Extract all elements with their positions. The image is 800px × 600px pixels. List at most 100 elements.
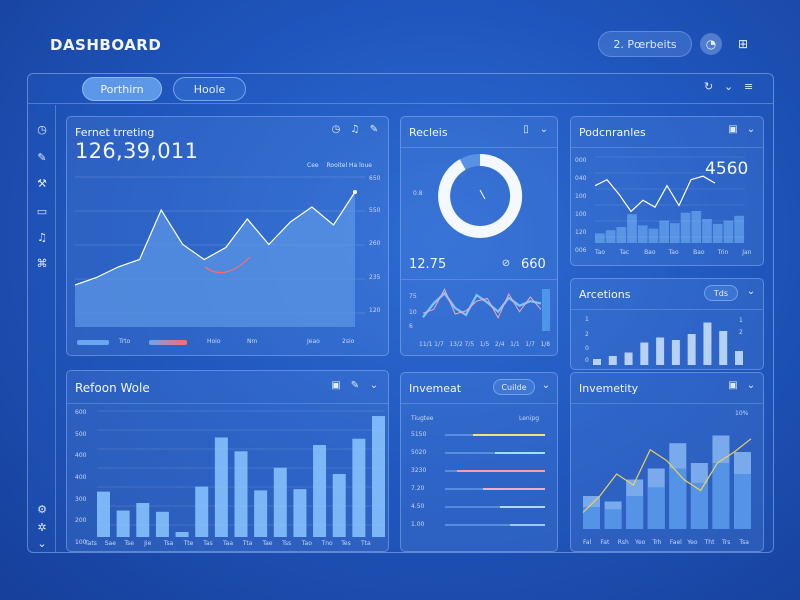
bar <box>659 220 669 243</box>
bar <box>640 342 649 365</box>
progress-track <box>445 524 545 526</box>
row-label: 7.20 <box>411 485 425 492</box>
x-tick: Fael <box>669 539 682 546</box>
chevron-down-icon[interactable]: ⌄ <box>367 379 381 393</box>
x-tick: Bao <box>644 249 656 256</box>
x-tick: Tta <box>242 540 253 547</box>
card-icon[interactable]: ▭ <box>35 205 49 219</box>
bar <box>734 474 751 529</box>
account-selector[interactable]: 2. Pœrbeits <box>598 31 692 57</box>
y-tick: 100 <box>575 211 587 218</box>
tab-portfolio[interactable]: Porthirn <box>82 77 162 101</box>
bar <box>712 463 730 529</box>
edit-icon[interactable]: ✎ <box>348 379 362 393</box>
x-tick: 2sio <box>342 338 355 345</box>
panel-title: Fernet trreting <box>75 126 155 139</box>
row-label: 5150 <box>411 431 427 438</box>
gear-icon[interactable]: ✲ <box>35 521 49 535</box>
bar <box>175 531 189 537</box>
x-axis: Fal Fat Rsh Yeo Trh Fael Yeo Tht Trs Tsa <box>583 539 753 547</box>
y-tick: 200 <box>75 517 87 525</box>
panel-divider <box>571 403 763 404</box>
windows-icon[interactable]: ⊞ <box>732 33 754 55</box>
x-tick: Yeo <box>687 539 698 546</box>
settings-icon[interactable]: ⚙ <box>35 503 49 517</box>
range-bar[interactable] <box>77 340 109 345</box>
puzzle-icon[interactable]: ⌘ <box>35 257 49 271</box>
chevron-down-icon[interactable]: ⌄ <box>744 379 758 393</box>
x-tick: 7/5 <box>464 341 475 348</box>
corner-tick: 10% <box>735 410 749 417</box>
row-label: 3230 <box>411 467 427 474</box>
user-circle-icon[interactable]: ◔ <box>700 33 722 55</box>
column-header: Lenipg <box>519 415 540 422</box>
image-icon[interactable]: ▣ <box>329 379 343 393</box>
image-icon[interactable]: ▣ <box>726 379 740 393</box>
trading-area-chart <box>74 176 365 327</box>
edit-icon[interactable]: ✎ <box>367 123 381 137</box>
donut-label: 0.8 <box>413 190 423 197</box>
x-tick: Tac <box>619 249 630 256</box>
x-tick: Yeo <box>635 539 646 546</box>
donut-chart <box>438 153 523 238</box>
y-tick: 600 <box>75 409 87 416</box>
chevron-down-icon[interactable]: ⌄ <box>744 123 758 137</box>
wrench-icon[interactable]: ⚒ <box>35 177 49 191</box>
music-icon[interactable]: ♫ <box>35 231 49 245</box>
bar <box>680 212 691 243</box>
link-icon[interactable]: ⊘ <box>499 257 513 271</box>
bar <box>656 337 665 365</box>
y-tick: 400 <box>75 452 87 460</box>
y-tick: 006 <box>575 247 587 254</box>
invemetity-stacked-chart <box>582 435 752 529</box>
bar <box>608 356 617 365</box>
filter-pill[interactable]: Cuilde <box>493 379 535 395</box>
row-label: 1.00 <box>411 521 425 528</box>
bar <box>234 451 248 537</box>
panel-divider <box>401 403 557 404</box>
panel-title: Invemetity <box>579 382 639 395</box>
x-tick: Trh <box>652 539 662 546</box>
chevron-down-icon[interactable]: ⌄ <box>724 80 733 93</box>
data-point <box>353 190 357 194</box>
chevron-down-icon[interactable]: ⌄ <box>539 379 553 393</box>
refresh-icon[interactable]: ↻ <box>704 80 713 93</box>
menu-icon[interactable]: ≡ <box>744 80 753 93</box>
range-bar[interactable] <box>149 340 187 345</box>
x-tick: Hoio <box>207 338 221 345</box>
tab-home[interactable]: Hoole <box>173 77 246 101</box>
panel-title: Arcetions <box>579 288 631 301</box>
bar <box>691 211 702 243</box>
bar <box>254 490 268 537</box>
bar <box>116 510 130 537</box>
panel-divider <box>67 403 388 404</box>
chevron-down-icon[interactable]: ⌄ <box>35 537 49 551</box>
list-item: 7.20 <box>411 483 551 495</box>
progress-track <box>445 506 545 508</box>
image-icon[interactable]: ▣ <box>726 123 740 137</box>
area-fill <box>75 192 355 327</box>
panel-title: Refoon Wole <box>75 381 150 395</box>
row-label: 4.50 <box>411 503 425 510</box>
bar <box>604 509 622 529</box>
tablet-icon[interactable]: ▯ <box>519 123 533 137</box>
bar <box>702 219 712 243</box>
filter-pill[interactable]: Tds <box>704 285 738 301</box>
panel-divider <box>571 309 763 310</box>
chevron-down-icon[interactable]: ⌄ <box>537 123 551 137</box>
bar <box>542 289 550 331</box>
x-tick: Jeao <box>307 338 320 345</box>
panel-divider <box>401 279 557 280</box>
list-item: 5020 <box>411 447 551 459</box>
bar <box>332 474 346 537</box>
edit-icon[interactable]: ✎ <box>35 151 49 165</box>
clock-icon[interactable]: ◷ <box>329 123 343 137</box>
progress-track <box>445 452 545 454</box>
x-axis: Tats Sae Tse Jie Tsa Tte Tas Taa Tta Tae Tss Tao Tno… <box>85 540 385 548</box>
progress-fill <box>483 488 545 490</box>
bell-icon[interactable]: ♫ <box>348 123 362 137</box>
column-header: Tiugtee <box>411 415 434 422</box>
clock-icon[interactable]: ◷ <box>35 123 49 137</box>
progress-fill <box>457 470 545 472</box>
chevron-down-icon[interactable]: ⌄ <box>744 285 758 299</box>
